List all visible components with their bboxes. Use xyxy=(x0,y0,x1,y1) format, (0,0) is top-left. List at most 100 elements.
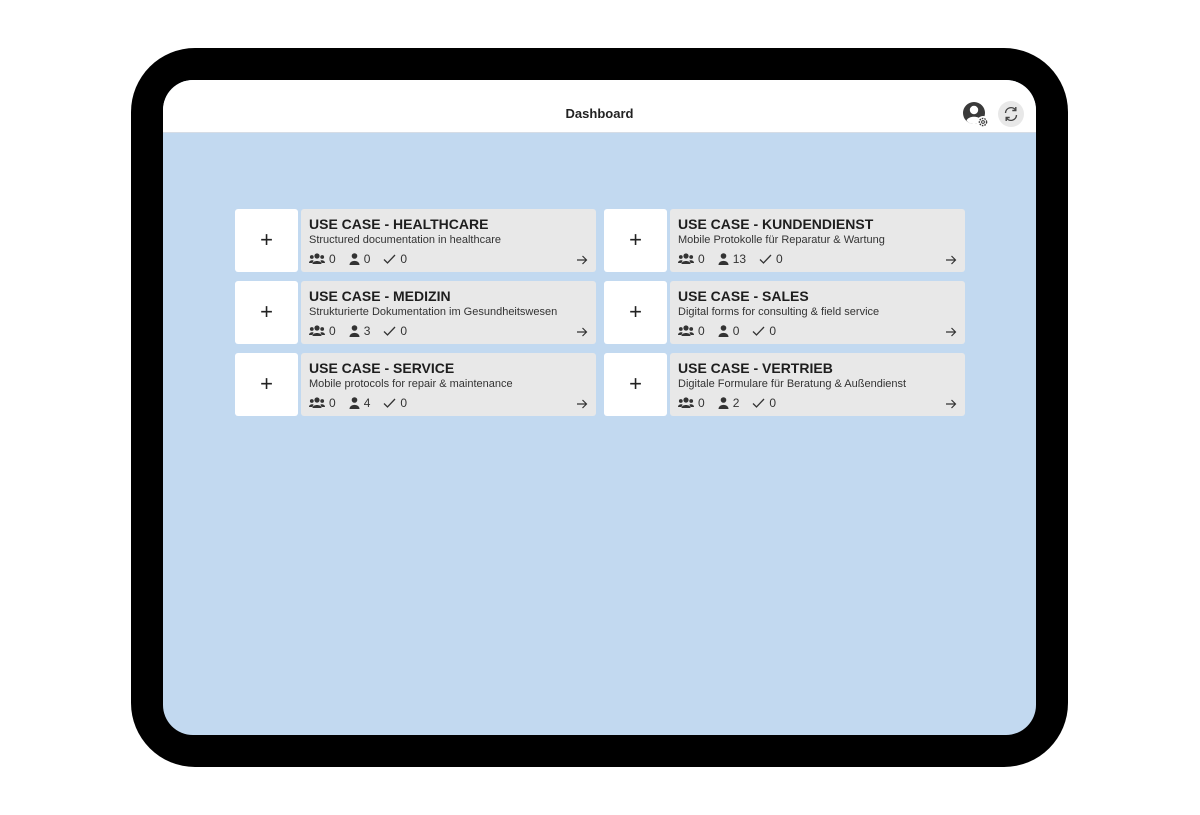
use-case-title: USE CASE - VERTRIEB xyxy=(678,360,833,376)
done-stat: 0 xyxy=(383,252,407,266)
groups-stat: 0 xyxy=(678,252,705,266)
user-icon xyxy=(349,325,360,337)
users-count: 0 xyxy=(732,324,740,338)
groups-count: 0 xyxy=(698,396,705,410)
use-case-card[interactable]: USE CASE - SERVICE Mobile protocols for … xyxy=(301,353,596,416)
group-icon xyxy=(678,253,694,264)
arrow-right-icon[interactable] xyxy=(576,326,588,338)
sync-icon xyxy=(1004,106,1018,122)
app-screen: Dashboard + USE CASE - HEALTHCARE Struct… xyxy=(163,80,1036,735)
users-stat: 3 xyxy=(349,324,371,338)
use-case-item: + USE CASE - KUNDENDIENST Mobile Protoko… xyxy=(604,209,965,272)
groups-stat: 0 xyxy=(309,252,336,266)
groups-stat: 0 xyxy=(309,396,336,410)
users-count: 0 xyxy=(363,252,371,266)
check-icon xyxy=(759,254,772,264)
use-case-title: USE CASE - KUNDENDIENST xyxy=(678,216,874,232)
check-icon xyxy=(752,398,765,408)
done-count: 0 xyxy=(769,396,777,410)
use-case-item: + USE CASE - VERTRIEB Digitale Formulare… xyxy=(604,353,965,416)
done-count: 0 xyxy=(400,396,408,410)
sync-button[interactable] xyxy=(998,101,1024,127)
done-stat: 0 xyxy=(383,396,407,410)
use-case-description: Strukturierte Dokumentation im Gesundhei… xyxy=(309,306,558,318)
use-case-title: USE CASE - MEDIZIN xyxy=(309,288,451,304)
use-case-card[interactable]: USE CASE - SALES Digital forms for consu… xyxy=(670,281,965,344)
users-stat: 4 xyxy=(349,396,371,410)
user-icon xyxy=(718,253,729,265)
use-case-stats: 0 0 0 xyxy=(678,324,789,338)
use-case-card[interactable]: USE CASE - MEDIZIN Strukturierte Dokumen… xyxy=(301,281,596,344)
group-icon xyxy=(309,253,325,264)
use-case-item: + USE CASE - MEDIZIN Strukturierte Dokum… xyxy=(235,281,596,344)
plus-icon: + xyxy=(629,371,642,396)
done-stat: 0 xyxy=(759,252,783,266)
group-icon xyxy=(678,325,694,336)
user-icon xyxy=(349,397,360,409)
check-icon xyxy=(383,254,396,264)
profile-settings-icon xyxy=(963,102,989,128)
use-case-stats: 0 2 0 xyxy=(678,396,789,410)
groups-count: 0 xyxy=(698,324,705,338)
check-icon xyxy=(383,326,396,336)
users-count: 4 xyxy=(363,396,371,410)
add-entry-button[interactable]: + xyxy=(604,281,667,344)
use-case-item: + USE CASE - SALES Digital forms for con… xyxy=(604,281,965,344)
users-stat: 0 xyxy=(349,252,371,266)
profile-settings-button[interactable] xyxy=(962,101,990,129)
done-count: 0 xyxy=(400,252,408,266)
arrow-right-icon[interactable] xyxy=(945,398,957,410)
group-icon xyxy=(309,325,325,336)
use-case-item: + USE CASE - HEALTHCARE Structured docum… xyxy=(235,209,596,272)
use-case-card[interactable]: USE CASE - VERTRIEB Digitale Formulare f… xyxy=(670,353,965,416)
groups-count: 0 xyxy=(329,252,336,266)
groups-count: 0 xyxy=(698,252,705,266)
use-case-title: USE CASE - SALES xyxy=(678,288,809,304)
plus-icon: + xyxy=(260,371,273,396)
add-entry-button[interactable]: + xyxy=(604,209,667,272)
groups-stat: 0 xyxy=(678,324,705,338)
add-entry-button[interactable]: + xyxy=(235,353,298,416)
check-icon xyxy=(752,326,765,336)
user-icon xyxy=(718,325,729,337)
use-case-description: Mobile Protokolle für Reparatur & Wartun… xyxy=(678,234,885,246)
add-entry-button[interactable]: + xyxy=(235,209,298,272)
users-count: 3 xyxy=(363,324,371,338)
use-case-stats: 0 0 0 xyxy=(309,252,420,266)
use-case-title: USE CASE - HEALTHCARE xyxy=(309,216,489,232)
user-icon xyxy=(718,397,729,409)
use-case-stats: 0 4 0 xyxy=(309,396,420,410)
group-icon xyxy=(678,397,694,408)
use-case-item: + USE CASE - SERVICE Mobile protocols fo… xyxy=(235,353,596,416)
done-count: 0 xyxy=(776,252,783,266)
done-stat: 0 xyxy=(752,324,776,338)
page-title: Dashboard xyxy=(565,106,634,121)
use-case-card[interactable]: USE CASE - HEALTHCARE Structured documen… xyxy=(301,209,596,272)
users-count: 2 xyxy=(732,396,740,410)
plus-icon: + xyxy=(260,299,273,324)
arrow-right-icon[interactable] xyxy=(945,254,957,266)
use-case-description: Structured documentation in healthcare xyxy=(309,234,502,246)
users-count: 13 xyxy=(732,252,747,266)
arrow-right-icon[interactable] xyxy=(576,254,588,266)
use-case-title: USE CASE - SERVICE xyxy=(309,360,455,376)
arrow-right-icon[interactable] xyxy=(945,326,957,338)
add-entry-button[interactable]: + xyxy=(604,353,667,416)
groups-count: 0 xyxy=(329,324,336,338)
use-case-card[interactable]: USE CASE - KUNDENDIENST Mobile Protokoll… xyxy=(670,209,965,272)
done-count: 0 xyxy=(769,324,777,338)
done-stat: 0 xyxy=(383,324,407,338)
done-count: 0 xyxy=(400,324,408,338)
add-entry-button[interactable]: + xyxy=(235,281,298,344)
plus-icon: + xyxy=(629,227,642,252)
plus-icon: + xyxy=(629,299,642,324)
users-stat: 0 xyxy=(718,324,740,338)
use-case-description: Digitale Formulare für Beratung & Außend… xyxy=(678,378,907,390)
group-icon xyxy=(309,397,325,408)
arrow-right-icon[interactable] xyxy=(576,398,588,410)
groups-stat: 0 xyxy=(309,324,336,338)
use-case-description: Mobile protocols for repair & maintenanc… xyxy=(309,378,513,390)
users-stat: 13 xyxy=(718,252,746,266)
groups-stat: 0 xyxy=(678,396,705,410)
user-icon xyxy=(349,253,360,265)
